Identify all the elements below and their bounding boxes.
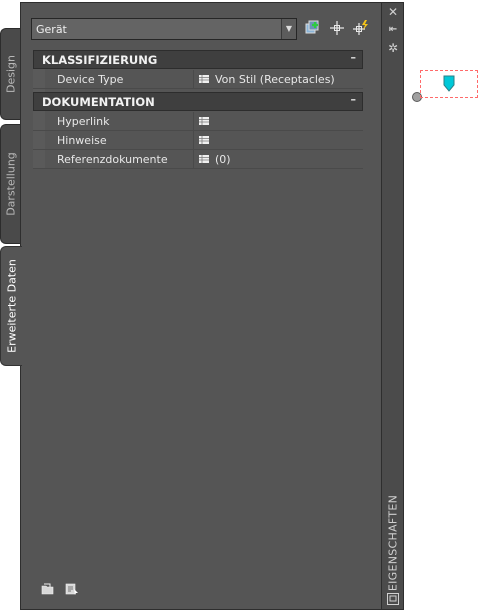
edit-list-icon[interactable] xyxy=(199,155,209,163)
auto-hide-icon[interactable]: ⇤ xyxy=(386,23,400,37)
edit-list-icon[interactable] xyxy=(199,136,209,144)
collapse-icon[interactable]: – xyxy=(351,51,357,64)
selected-device-preview[interactable] xyxy=(420,70,478,98)
property-label: Hyperlink xyxy=(57,115,110,128)
tab-erweiterte-daten[interactable]: Erweiterte Daten xyxy=(0,246,22,366)
palette-title: EIGENSCHAFTEN xyxy=(386,494,399,592)
column-divider xyxy=(193,70,194,88)
close-icon[interactable]: ✕ xyxy=(386,5,400,19)
column-divider xyxy=(193,131,194,149)
property-value: Von Stil (Receptacles) xyxy=(215,73,335,86)
receptacle-symbol-icon xyxy=(443,75,455,92)
category-title: DOKUMENTATION xyxy=(42,95,155,109)
column-divider xyxy=(193,150,194,168)
property-row-device-type[interactable]: Device Type Von Stil (Receptacles) xyxy=(33,70,363,89)
tab-erweiterte-daten-label: Erweiterte Daten xyxy=(5,259,18,353)
category-dokumentation[interactable]: DOKUMENTATION – xyxy=(33,92,363,111)
tab-darstellung[interactable]: Darstellung xyxy=(0,124,20,244)
property-value: (0) xyxy=(215,153,231,166)
property-row-hinweise[interactable]: Hinweise xyxy=(33,131,363,150)
property-row-hyperlink[interactable]: Hyperlink xyxy=(33,112,363,131)
object-type-value: Gerät xyxy=(36,23,67,36)
property-label: Device Type xyxy=(57,73,124,86)
object-type-dropdown[interactable]: Gerät ▼ xyxy=(31,18,297,40)
property-row-referenzdokumente[interactable]: Referenzdokumente (0) xyxy=(33,150,363,169)
tab-darstellung-label: Darstellung xyxy=(4,152,17,216)
category-title: KLASSIFIZIERUNG xyxy=(42,53,158,67)
quick-select-icon[interactable] xyxy=(305,20,321,36)
property-label: Hinweise xyxy=(57,134,107,147)
edit-list-icon[interactable] xyxy=(199,117,209,125)
style-list-icon xyxy=(199,75,209,83)
folder-open-icon[interactable] xyxy=(41,583,55,595)
column-divider xyxy=(193,112,194,130)
category-klassifizierung[interactable]: KLASSIFIZIERUNG – xyxy=(33,50,363,69)
select-objects-icon[interactable] xyxy=(329,20,345,36)
chevron-down-icon[interactable]: ▼ xyxy=(281,19,296,39)
properties-menu-icon[interactable]: ✲ xyxy=(386,41,400,55)
toggle-pickadd-icon[interactable] xyxy=(353,20,369,36)
collapse-icon[interactable]: – xyxy=(351,93,357,106)
properties-palette: Gerät ▼ KLASSIFIZIERUNG – Device Type Vo… xyxy=(20,2,382,610)
palette-titlebar[interactable]: ✕ ⇤ ✲ EIGENSCHAFTEN xyxy=(382,2,404,610)
property-label: Referenzdokumente xyxy=(57,153,168,166)
tab-design[interactable]: Design xyxy=(0,28,20,120)
palette-menu-icon[interactable] xyxy=(387,593,399,605)
property-grid: KLASSIFIZIERUNG – Device Type Von Stil (… xyxy=(33,50,363,169)
document-select-icon[interactable] xyxy=(65,583,79,595)
tab-design-label: Design xyxy=(4,55,17,93)
